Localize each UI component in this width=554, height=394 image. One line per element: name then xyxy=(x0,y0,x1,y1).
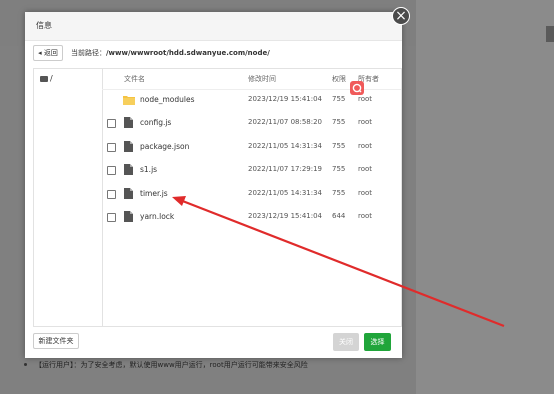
new-folder-button[interactable]: 新建文件夹 xyxy=(33,333,79,349)
file-icon xyxy=(124,188,133,199)
row-checkbox[interactable] xyxy=(107,213,116,222)
tree-item-label: / xyxy=(50,74,53,83)
file-picker-dialog: 信息 ◂ 返回 当前路径：/www/wwwroot/hdd.sdwanyue.c… xyxy=(25,12,402,358)
drive-icon xyxy=(40,75,48,82)
current-path: 当前路径：/www/wwwroot/hdd.sdwanyue.com/node/ xyxy=(71,48,270,58)
close-button[interactable]: 关闭 xyxy=(333,333,359,351)
dialog-title: 信息 xyxy=(25,12,402,41)
file-row[interactable]: s1.js 2022/11/07 17:29:19 755 root xyxy=(102,159,401,182)
file-mtime: 2022/11/05 14:31:34 xyxy=(248,142,323,150)
file-name[interactable]: package.json xyxy=(140,142,189,151)
background-button xyxy=(546,26,554,42)
file-row[interactable]: timer.js 2022/11/05 14:31:34 755 root xyxy=(102,183,401,206)
tree-item-root[interactable]: / xyxy=(40,74,53,83)
dialog-close-icon[interactable]: × xyxy=(392,7,410,25)
back-button[interactable]: ◂ 返回 xyxy=(33,45,63,61)
hint-text: 【运行用户】：为了安全考虑，默认使用www用户运行，root用户运行可能带来安全… xyxy=(35,361,308,369)
row-checkbox[interactable] xyxy=(107,190,116,199)
dialog-footer: 新建文件夹 关闭 选择 xyxy=(25,330,402,358)
file-mtime: 2023/12/19 15:41:04 xyxy=(248,212,323,220)
row-checkbox[interactable] xyxy=(107,166,116,175)
row-checkbox[interactable] xyxy=(107,143,116,152)
file-row[interactable]: package.json 2022/11/05 14:31:34 755 root xyxy=(102,136,401,159)
current-path-label: 当前路径： xyxy=(71,49,106,57)
file-list: 文件名 修改时间 权限 所有者 node_modules 2023/12/19 1… xyxy=(102,69,401,326)
file-icon xyxy=(124,141,133,152)
path-bar: ◂ 返回 当前路径：/www/wwwroot/hdd.sdwanyue.com/… xyxy=(33,45,393,61)
file-row[interactable]: yarn.lock 2023/12/19 15:41:04 644 root xyxy=(102,206,401,229)
file-mtime: 2023/12/19 15:41:04 xyxy=(248,95,323,103)
file-owner: root xyxy=(358,165,373,173)
file-name[interactable]: node_modules xyxy=(140,95,194,104)
search-icon-glyph xyxy=(352,83,362,93)
file-row[interactable]: config.js 2022/11/07 08:58:20 755 root xyxy=(102,112,401,135)
current-path-value[interactable]: /www/wwwroot/hdd.sdwanyue.com/node/ xyxy=(106,49,270,57)
column-perm[interactable]: 权限 xyxy=(332,74,346,84)
file-perm: 755 xyxy=(332,142,346,150)
file-mtime: 2022/11/07 17:29:19 xyxy=(248,165,323,173)
file-perm: 755 xyxy=(332,118,346,126)
row-checkbox[interactable] xyxy=(107,119,116,128)
file-perm: 644 xyxy=(332,212,346,220)
file-owner: root xyxy=(358,189,373,197)
file-name[interactable]: config.js xyxy=(140,118,171,127)
file-mtime: 2022/11/05 14:31:34 xyxy=(248,189,323,197)
file-perm: 755 xyxy=(332,189,346,197)
bullet-icon xyxy=(24,363,27,366)
directory-tree: / xyxy=(34,69,103,326)
file-icon xyxy=(124,117,133,128)
file-perm: 755 xyxy=(332,165,346,173)
file-name[interactable]: s1.js xyxy=(140,165,157,174)
select-button[interactable]: 选择 xyxy=(364,333,391,351)
background-right-panel xyxy=(416,0,554,394)
column-mtime[interactable]: 修改时间 xyxy=(248,74,276,84)
file-owner: root xyxy=(358,142,373,150)
back-arrow-icon: ◂ xyxy=(38,49,42,57)
file-perm: 755 xyxy=(332,95,346,103)
file-owner: root xyxy=(358,212,373,220)
column-name[interactable]: 文件名 xyxy=(124,74,145,84)
folder-icon xyxy=(123,96,135,105)
file-browser: / 文件名 修改时间 权限 所有者 node_modules 2023/12/19… xyxy=(33,68,402,327)
back-button-label: 返回 xyxy=(43,49,58,57)
file-owner: root xyxy=(358,95,373,103)
file-owner: root xyxy=(358,118,373,126)
file-icon xyxy=(124,211,133,222)
file-mtime: 2022/11/07 08:58:20 xyxy=(248,118,323,126)
file-name[interactable]: yarn.lock xyxy=(140,212,174,221)
file-icon xyxy=(124,164,133,175)
search-icon[interactable] xyxy=(350,81,364,95)
file-name[interactable]: timer.js xyxy=(140,189,168,198)
background-hint: 【运行用户】：为了安全考虑，默认使用www用户运行，root用户运行可能带来安全… xyxy=(14,360,308,370)
